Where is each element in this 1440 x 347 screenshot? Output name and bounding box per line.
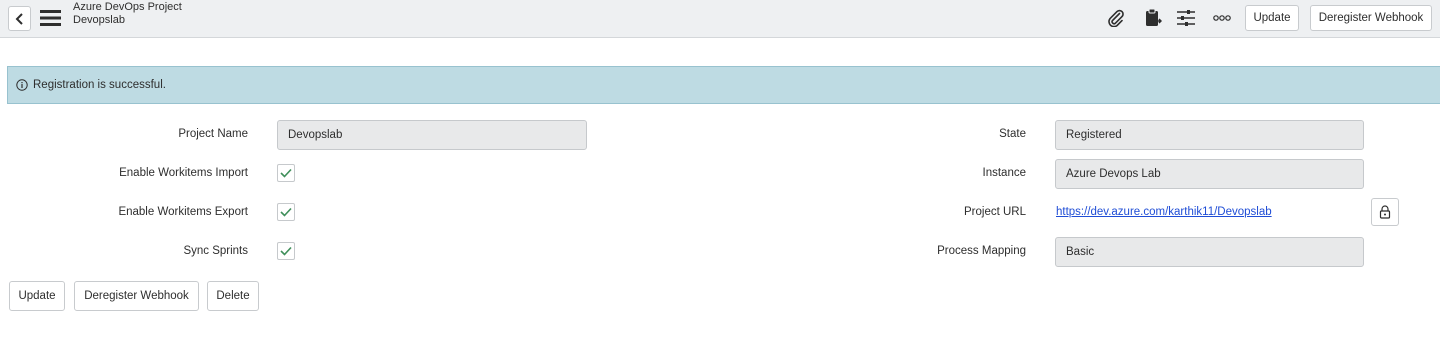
- project-name-label: Project Name: [178, 128, 248, 140]
- more-icon: [1213, 15, 1231, 21]
- footer-delete-button[interactable]: Delete: [207, 281, 259, 311]
- attachment-button[interactable]: [1106, 8, 1126, 28]
- back-icon: [15, 12, 23, 25]
- sync-sprints-label: Sync Sprints: [183, 245, 248, 257]
- project-url-link[interactable]: https://dev.azure.com/karthik11/Devopsla…: [1056, 206, 1272, 218]
- record-type-title: Azure DevOps Project: [73, 1, 182, 13]
- checkmark-icon: [280, 207, 292, 217]
- unlock-url-button[interactable]: [1371, 198, 1399, 226]
- checkmark-icon: [280, 168, 292, 178]
- enable-workitems-export-checkbox[interactable]: [277, 203, 295, 221]
- enable-workitems-import-checkbox[interactable]: [277, 164, 295, 182]
- hamburger-menu-icon[interactable]: [40, 9, 61, 27]
- more-options-button[interactable]: [1212, 8, 1232, 28]
- lock-icon: [1379, 205, 1391, 219]
- process-mapping-label: Process Mapping: [937, 245, 1026, 257]
- back-button[interactable]: [8, 6, 31, 31]
- checkmark-icon: [280, 246, 292, 256]
- header-deregister-webhook-button[interactable]: Deregister Webhook: [1310, 5, 1432, 31]
- paperclip-icon: [1108, 9, 1124, 27]
- info-icon: [16, 79, 28, 91]
- record-name-subtitle: Devopslab: [73, 13, 125, 26]
- form-header: Azure DevOps Project Devopslab Update De…: [0, 0, 1440, 38]
- alert-message: Registration is successful.: [33, 79, 166, 91]
- activity-button[interactable]: [1143, 8, 1163, 28]
- process-mapping-field[interactable]: Basic: [1055, 237, 1364, 267]
- state-field[interactable]: Registered: [1055, 120, 1364, 150]
- personalize-button[interactable]: [1176, 8, 1196, 28]
- instance-field[interactable]: Azure Devops Lab: [1055, 159, 1364, 189]
- registration-success-alert: Registration is successful.: [7, 66, 1440, 104]
- project-url-label: Project URL: [964, 206, 1026, 218]
- header-update-button[interactable]: Update: [1245, 5, 1299, 31]
- sync-sprints-checkbox[interactable]: [277, 242, 295, 260]
- sliders-icon: [1177, 10, 1195, 26]
- enable-workitems-export-label: Enable Workitems Export: [118, 206, 248, 218]
- header-titles: Azure DevOps Project Devopslab: [73, 1, 182, 26]
- state-label: State: [999, 128, 1026, 140]
- footer-deregister-webhook-button[interactable]: Deregister Webhook: [74, 281, 199, 311]
- footer-update-button[interactable]: Update: [9, 281, 65, 311]
- instance-label: Instance: [982, 167, 1026, 179]
- project-name-field[interactable]: Devopslab: [277, 120, 587, 150]
- enable-workitems-import-label: Enable Workitems Import: [119, 167, 248, 179]
- clipboard-icon: [1146, 8, 1162, 26]
